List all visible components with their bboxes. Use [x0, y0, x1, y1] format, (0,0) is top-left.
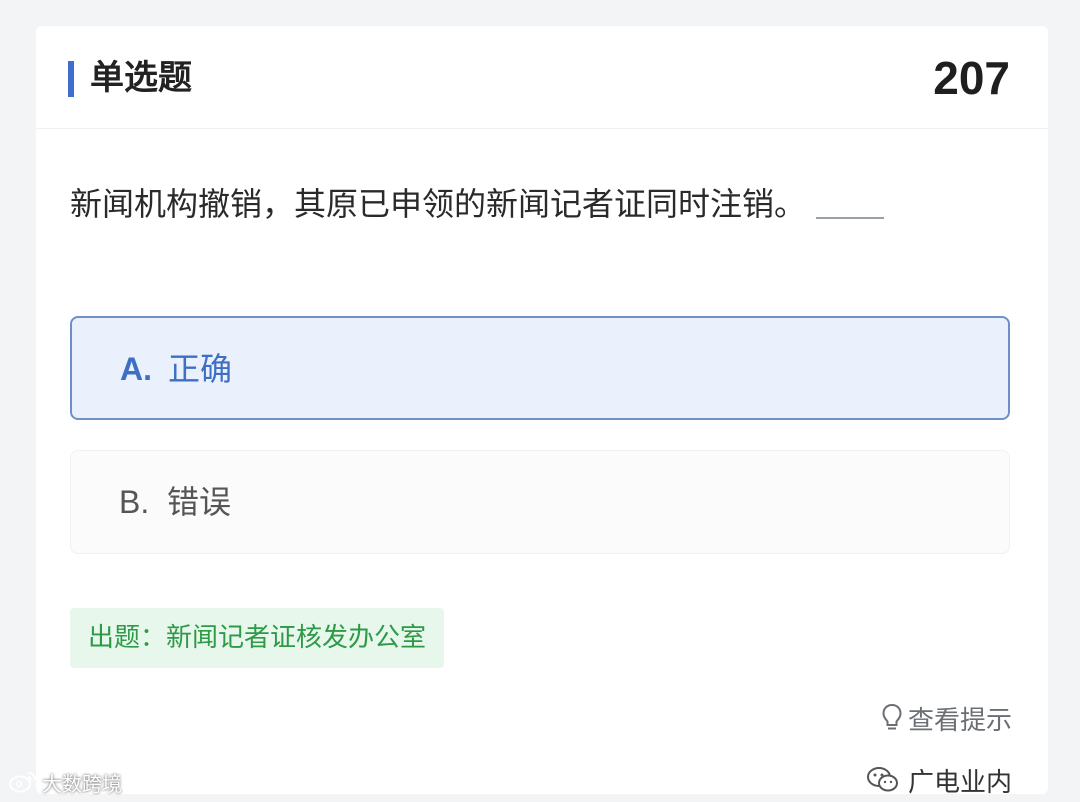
question-number: 207 — [933, 52, 1010, 104]
question-text: 新闻机构撤销，其原已申领的新闻记者证同时注销。 — [70, 176, 885, 232]
option-label: 正确 — [168, 350, 233, 388]
watermark-text: 广电业内 — [907, 767, 1012, 798]
question-card: 单选题 207 新闻机构撤销，其原已申领的新闻记者证同时注销。 A. 正确 B.… — [36, 26, 1048, 798]
source-badge: 出题：新闻记者证核发办公室 — [70, 608, 445, 668]
hint-label: 查看提示 — [907, 705, 1012, 736]
watermark-text: 大数跨境 — [42, 771, 122, 796]
accent-bar — [68, 61, 74, 97]
option-letter: A. — [120, 351, 152, 387]
option-label: 错误 — [167, 483, 232, 521]
lightbulb-icon — [882, 703, 902, 730]
wechat-icon — [866, 767, 898, 792]
option-b[interactable]: B. 错误 — [70, 450, 1010, 554]
question-stem: 新闻机构撤销，其原已申领的新闻记者证同时注销。 — [70, 185, 807, 223]
weibo-icon — [9, 772, 36, 793]
option-a[interactable]: A. 正确 — [70, 316, 1010, 420]
view-hint-button[interactable]: 查看提示 — [882, 698, 1012, 738]
watermark-wechat: 广电业内 — [866, 758, 1012, 802]
question-type-title: 单选题 — [90, 58, 192, 98]
option-letter: B. — [119, 484, 150, 520]
watermark-weibo: 大数跨境 — [8, 764, 122, 800]
answer-blank — [816, 217, 885, 219]
card-header: 单选题 207 — [36, 26, 1048, 129]
